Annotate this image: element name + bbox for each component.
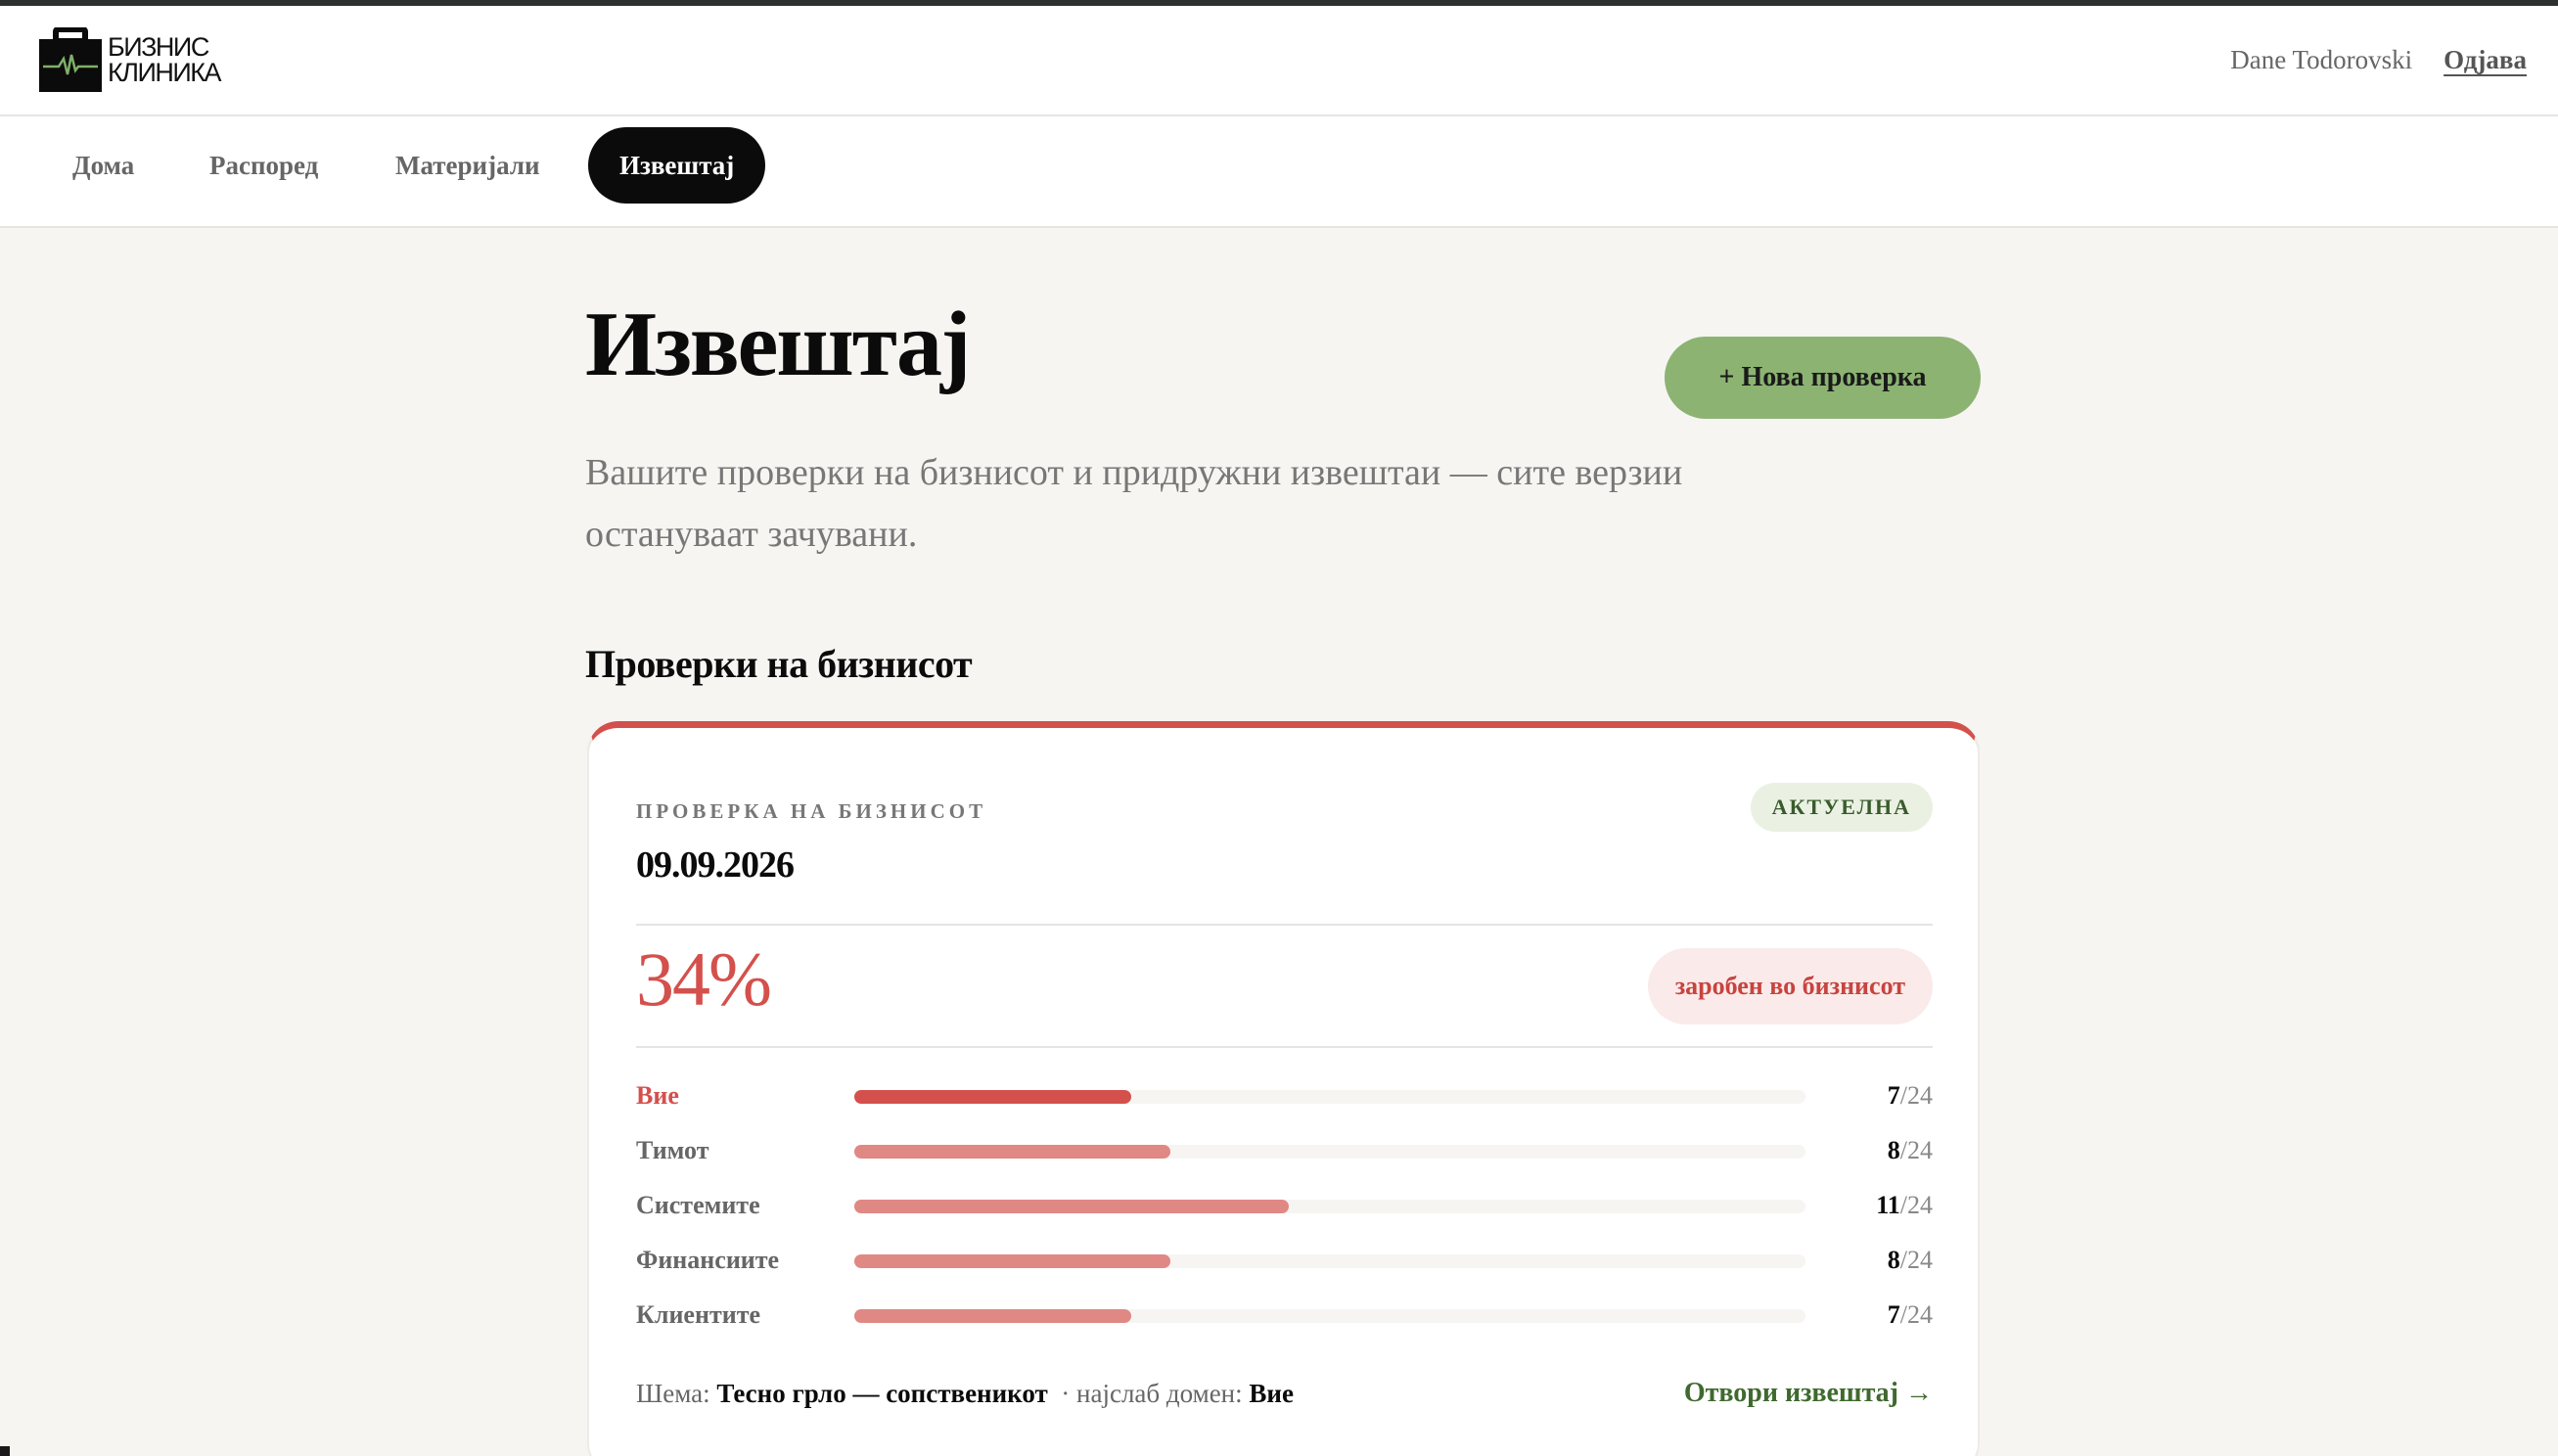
domain-bar-track — [854, 1254, 1805, 1268]
domain-score-max: /24 — [1899, 1191, 1933, 1219]
verdict-badge: заробен во бизнисот — [1647, 948, 1933, 1024]
card-divider — [636, 1046, 1933, 1048]
nav-item-schedule[interactable]: Распоред — [178, 127, 349, 204]
card-divider — [636, 924, 1933, 926]
check-date: 09.09.2026 — [636, 844, 795, 886]
domain-score-value: 11 — [1876, 1191, 1900, 1219]
logo-line-2: КЛИНИКА — [108, 58, 222, 87]
domain-bar-fill — [854, 1145, 1171, 1159]
weakest-prefix: · најслаб домен: — [1061, 1379, 1243, 1408]
domain-label: Финансиите — [636, 1246, 780, 1274]
logo[interactable]: БИЗНИС КЛИНИКА — [39, 27, 222, 92]
domain-score-value: 7 — [1887, 1081, 1900, 1110]
user-area: Dane Todorovski Одјава — [2230, 45, 2527, 75]
domain-score-value: 7 — [1887, 1300, 1900, 1329]
open-report-link[interactable]: Отвори извештај → — [1684, 1376, 1933, 1411]
user-name: Dane Todorovski — [2230, 45, 2413, 74]
domain-score: 11/24 — [1876, 1188, 1933, 1223]
domain-score-max: /24 — [1899, 1081, 1933, 1110]
domain-score-value: 8 — [1887, 1136, 1900, 1164]
app-header: БИЗНИС КЛИНИКА Dane Todorovski Одјава — [0, 6, 2558, 116]
check-card-label: ПРОВЕРКА НА БИЗНИСОТ — [636, 799, 987, 823]
domain-score-value: 8 — [1887, 1246, 1900, 1274]
briefcase-heartbeat-icon — [39, 27, 102, 92]
domain-bar-fill — [854, 1090, 1131, 1104]
domain-score: 7/24 — [1888, 1078, 1933, 1114]
domain-label: Клиентите — [636, 1300, 761, 1329]
domain-label: Вие — [636, 1081, 679, 1110]
overall-score: 34% — [636, 936, 772, 1022]
domain-score-max: /24 — [1899, 1300, 1933, 1329]
logout-link[interactable]: Одјава — [2444, 45, 2527, 75]
domain-row-clients: Клиентите 7/24 — [636, 1297, 1933, 1333]
domain-bar-fill — [854, 1254, 1171, 1268]
domain-score-max: /24 — [1899, 1136, 1933, 1164]
scheme-prefix: Шема: — [636, 1379, 710, 1408]
main-nav: Дома Распоред Материјали Извештај — [0, 116, 2558, 228]
section-title: Проверки на бизнисот — [585, 642, 973, 686]
status-badge: АКТУЕЛНА — [1750, 783, 1933, 832]
domain-score-max: /24 — [1899, 1246, 1933, 1274]
domain-bar-track — [854, 1309, 1805, 1323]
weakest-value: Вие — [1249, 1379, 1294, 1408]
domain-row-you: Вие 7/24 — [636, 1078, 1933, 1114]
domain-bar-fill — [854, 1309, 1131, 1323]
nav-item-home[interactable]: Дома — [41, 127, 165, 204]
domain-label: Тимот — [636, 1136, 709, 1164]
check-card: ПРОВЕРКА НА БИЗНИСОТ 09.09.2026 АКТУЕЛНА… — [587, 721, 1980, 1456]
scheme-summary: Шема: Тесно грло — сопственикот · најсла… — [636, 1376, 1294, 1411]
logo-wordmark: БИЗНИС КЛИНИКА — [108, 32, 222, 87]
domain-score: 7/24 — [1888, 1297, 1933, 1333]
domain-label: Системите — [636, 1191, 760, 1219]
nav-item-materials[interactable]: Материјали — [364, 127, 571, 204]
domain-bar-track — [854, 1145, 1805, 1159]
domain-row-team: Тимот 8/24 — [636, 1133, 1933, 1168]
domain-bar-fill — [854, 1200, 1290, 1213]
page-title: Извештај — [585, 294, 971, 395]
domain-score: 8/24 — [1888, 1133, 1933, 1168]
domain-score: 8/24 — [1888, 1243, 1933, 1278]
domain-bar-track — [854, 1200, 1805, 1213]
logo-line-1: БИЗНИС — [108, 32, 209, 62]
new-check-button[interactable]: + Нова проверка — [1665, 337, 1981, 419]
domain-bar-track — [854, 1090, 1805, 1104]
domain-row-systems: Системите 11/24 — [636, 1188, 1933, 1223]
scheme-value: Тесно грло — сопственикот — [716, 1379, 1048, 1408]
domain-row-finance: Финансиите 8/24 — [636, 1243, 1933, 1278]
window-corner — [0, 1446, 10, 1456]
nav-item-report[interactable]: Извештај — [588, 127, 766, 204]
page-subtitle: Вашите проверки на бизнисот и придружни … — [585, 452, 1683, 555]
